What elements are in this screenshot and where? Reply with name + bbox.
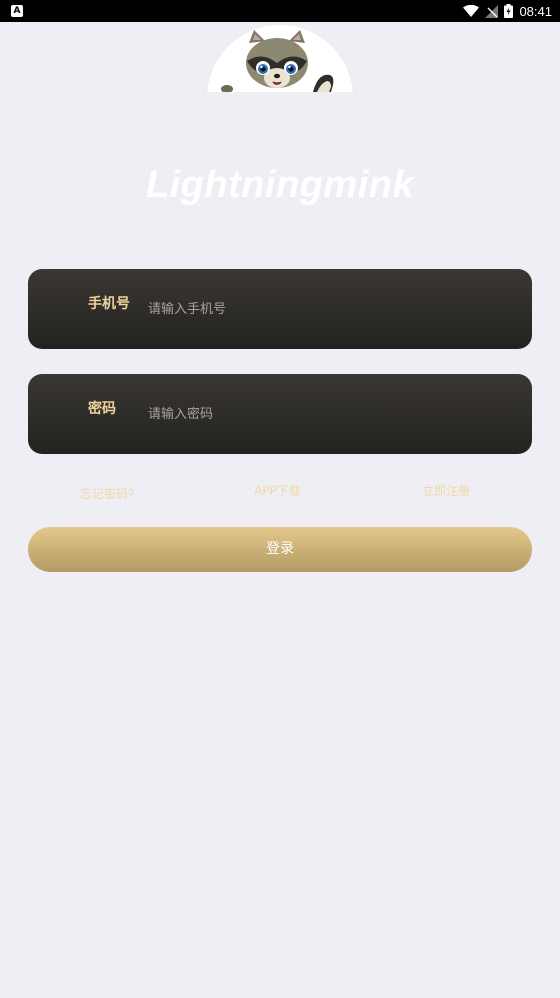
- forgot-password-link[interactable]: 忘记密码?: [80, 485, 134, 502]
- password-input[interactable]: [148, 404, 508, 424]
- phone-field[interactable]: 手机号: [28, 269, 532, 349]
- status-time: 08:41: [519, 3, 552, 19]
- status-bar-right: 08:41: [463, 0, 552, 22]
- notification-a-icon: A: [11, 5, 23, 17]
- status-bar: A 08:41: [0, 0, 560, 22]
- password-field[interactable]: 密码: [28, 374, 532, 454]
- login-button[interactable]: 登录: [28, 527, 532, 572]
- raccoon-mascot-icon: [221, 30, 334, 92]
- app-logo: [207, 25, 353, 92]
- password-label: 密码: [88, 401, 116, 417]
- phone-label: 手机号: [88, 296, 130, 312]
- phone-input[interactable]: [148, 299, 508, 319]
- app-title: Lightningmink: [145, 164, 415, 206]
- register-link[interactable]: 立即注册: [422, 482, 470, 499]
- battery-charging-icon: [504, 4, 514, 18]
- signal-off-icon: [485, 4, 499, 18]
- app-download-link[interactable]: APP下载: [254, 482, 301, 499]
- wifi-icon: [463, 4, 480, 17]
